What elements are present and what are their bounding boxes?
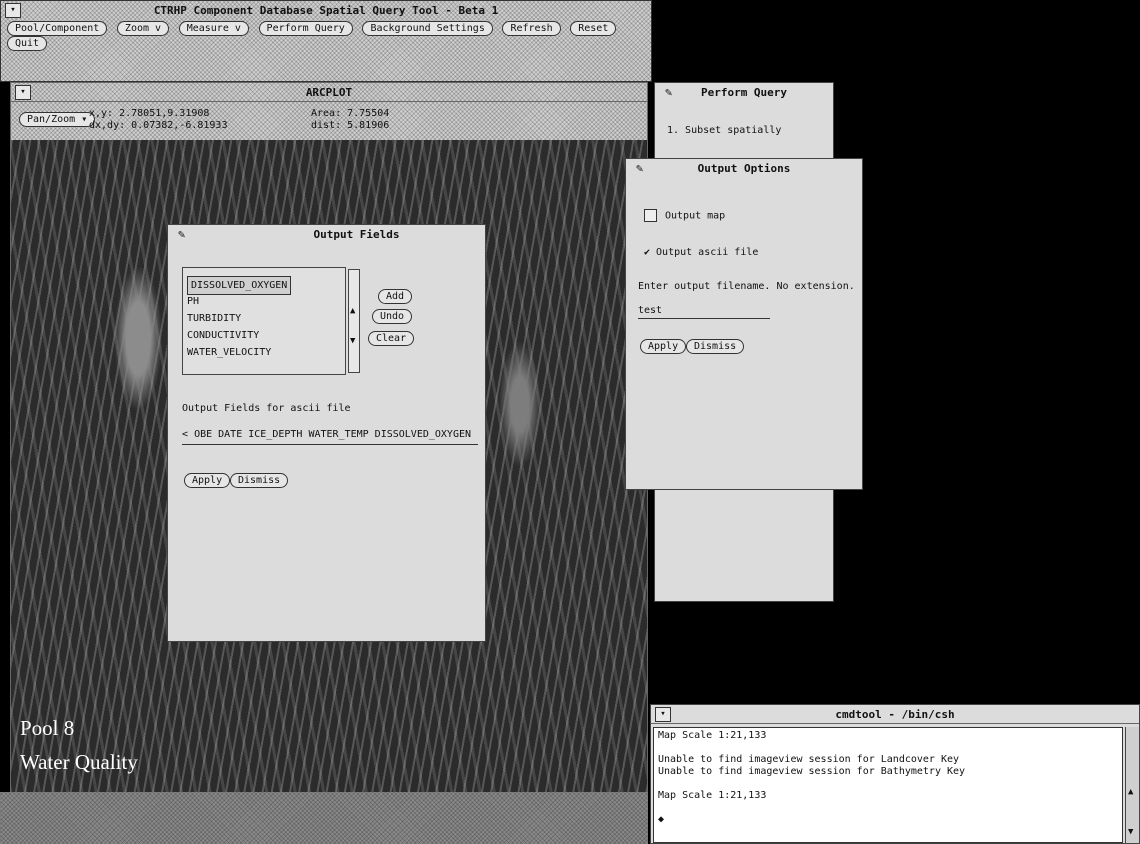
scroll-down-icon[interactable]: ▼ [350,336,355,346]
perform-query-titlebar[interactable]: ✎ Perform Query [655,83,833,101]
output-options-dialog: ✎ Output Options Output map ✔ Output asci… [625,158,863,490]
zoom-menu-button[interactable]: Zoom v [116,21,170,36]
options-apply-button[interactable]: Apply [640,339,687,354]
list-item[interactable]: TURBIDITY [183,310,345,327]
output-options-title: Output Options [697,161,791,175]
output-ascii-option[interactable]: ✔ Output ascii file [644,247,758,258]
cmdtool-console[interactable]: Map Scale 1:21,133 Unable to find imagev… [653,727,1123,843]
arcplot-title: ARCPLOT [305,85,353,99]
console-prompt-icon: ◆ [658,814,665,825]
desktop-strip [0,792,648,844]
arcplot-menu-icon[interactable]: ▾ [15,85,31,100]
pushpin-icon[interactable]: ✎ [178,227,185,241]
measure-readout: Area: 7.75504 dist: 5.81906 [311,108,389,132]
cmdtool-menu-icon[interactable]: ▾ [655,707,671,722]
main-window: ▾ CTRHP Component Database Spatial Query… [0,0,652,82]
cmdtool-window: ▾ cmdtool - /bin/csh Map Scale 1:21,133 … [650,704,1140,844]
arcplot-status-bar: Pan/Zoom ▾ x,y: 2.78051,9.31908 dx,dy: 0… [11,102,647,141]
console-line: Map Scale 1:21,133 [658,790,767,801]
output-options-titlebar[interactable]: ✎ Output Options [626,159,862,177]
xy-readout: x,y: 2.78051,9.31908 [89,108,210,119]
zoom-dropdown-icon: v [155,23,162,34]
water-quality-label: Water Quality [20,750,138,774]
output-fields-list[interactable]: DISSOLVED_OXYGEN PH TURBIDITY CONDUCTIVI… [182,267,346,375]
output-fields-title: Output Fields [313,227,400,241]
output-fields-dialog: ✎ Output Fields DISSOLVED_OXYGEN PH TURB… [167,224,486,642]
ascii-fields-input[interactable]: < OBE DATE ICE_DEPTH WATER_TEMP DISSOLVE… [182,429,478,445]
scroll-up-icon[interactable]: ▲ [350,306,355,316]
cmdtool-titlebar[interactable]: ▾ cmdtool - /bin/csh [651,705,1139,724]
pushpin-icon[interactable]: ✎ [665,85,672,99]
pool-label: Pool 8 [20,716,75,740]
reset-button[interactable]: Reset [570,21,617,36]
undo-button[interactable]: Undo [372,309,413,324]
list-item[interactable]: PH [183,293,345,310]
perform-query-title: Perform Query [700,85,788,99]
options-dismiss-button[interactable]: Dismiss [686,339,745,354]
measure-dropdown-icon: v [234,23,241,34]
apply-button[interactable]: Apply [184,473,231,488]
output-map-checkbox[interactable] [644,209,657,222]
dist-readout: dist: 5.81906 [311,120,390,131]
console-line: Unable to find imageview session for Bat… [658,766,966,777]
scroll-up-icon[interactable]: ▲ [1128,787,1133,797]
coordinate-readout: x,y: 2.78051,9.31908 dx,dy: 0.07382,-6.8… [89,108,227,132]
list-item[interactable]: WATER_VELOCITY [183,344,345,361]
dismiss-button[interactable]: Dismiss [230,473,289,488]
query-step-text: 1. Subset spatially [667,125,782,136]
pan-zoom-button[interactable]: Pan/Zoom ▾ [19,112,96,127]
list-item[interactable]: CONDUCTIVITY [183,327,345,344]
measure-menu-button[interactable]: Measure v [178,21,249,36]
clear-button[interactable]: Clear [368,331,415,346]
console-line: Unable to find imageview session for Lan… [658,754,960,765]
output-map-option[interactable]: Output map [644,209,725,222]
main-window-title: CTRHP Component Database Spatial Query T… [153,3,499,17]
pushpin-icon[interactable]: ✎ [636,161,643,175]
background-settings-button[interactable]: Background Settings [362,21,493,36]
add-button[interactable]: Add [378,289,413,304]
refresh-button[interactable]: Refresh [502,21,561,36]
console-line: Map Scale 1:21,133 [658,730,767,741]
checkmark-icon[interactable]: ✔ [644,247,650,258]
main-window-titlebar[interactable]: ▾ CTRHP Component Database Spatial Query… [1,1,651,19]
output-fields-titlebar[interactable]: ✎ Output Fields [168,225,485,243]
ascii-fields-label: Output Fields for ascii file [182,403,351,414]
scroll-down-icon[interactable]: ▼ [1128,827,1133,837]
pool-component-button[interactable]: Pool/Component [7,21,108,36]
area-readout: Area: 7.75504 [311,108,390,119]
list-scrollbar[interactable]: ▲ ▼ [348,269,360,373]
perform-query-button[interactable]: Perform Query [258,21,353,36]
cmdtool-scrollbar[interactable]: ▲ ▼ [1125,727,1139,843]
window-menu-icon[interactable]: ▾ [5,3,21,18]
list-item[interactable]: DISSOLVED_OXYGEN [183,276,345,295]
quit-button[interactable]: Quit [7,36,48,51]
input-caret-icon: < [182,429,189,440]
main-menu-bar: Pool/Component Zoom v Measure v Perform … [1,19,651,53]
filename-prompt: Enter output filename. No extension. [638,281,855,292]
filename-input[interactable]: test [638,305,770,319]
cmdtool-title: cmdtool - /bin/csh [835,707,955,721]
dxdy-readout: dx,dy: 0.07382,-6.81933 [89,120,228,131]
arcplot-titlebar[interactable]: ▾ ARCPLOT [11,83,647,102]
